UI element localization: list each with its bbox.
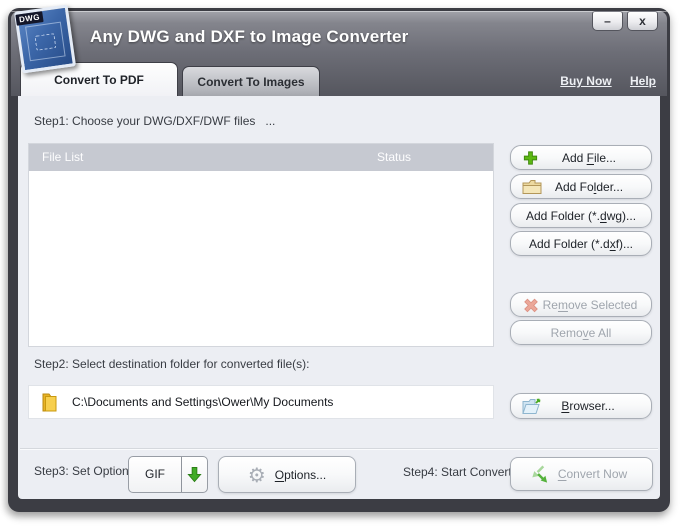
convert-now-button[interactable]: Convert Now — [510, 457, 653, 491]
add-folder-dwg-button[interactable]: Add Folder (*.dwg)... — [510, 203, 652, 228]
buy-now-link[interactable]: Buy Now — [560, 74, 611, 88]
close-button[interactable]: x — [627, 11, 658, 31]
tab-convert-to-images[interactable]: Convert To Images — [182, 66, 320, 96]
column-file-list[interactable]: File List — [29, 144, 377, 171]
step4-label: Step4: Start Convert — [403, 465, 512, 479]
remove-all-button[interactable]: Remove All — [510, 320, 652, 345]
folder-icon — [522, 179, 542, 194]
window-title: Any DWG and DXF to Image Converter — [90, 27, 409, 46]
header-links: Buy Now Help — [545, 74, 656, 88]
dropdown-arrow-icon — [182, 457, 207, 492]
add-plus-icon — [522, 149, 539, 166]
convert-arrows-icon — [529, 464, 550, 485]
window-controls: – x — [592, 11, 658, 31]
step2-label: Step2: Select destination folder for con… — [34, 357, 310, 371]
open-folder-icon — [522, 398, 543, 415]
page: DWG Any DWG and DXF to Image Converter –… — [0, 0, 684, 527]
destination-path-bar: C:\Documents and Settings\Ower\My Docume… — [28, 385, 494, 419]
column-status[interactable]: Status — [377, 144, 493, 171]
gear-icon: ⚙ — [247, 462, 266, 487]
minimize-button[interactable]: – — [592, 11, 623, 31]
remove-selected-button[interactable]: Remove Selected — [510, 292, 652, 317]
step3-label: Step3: Set Options: — [34, 464, 139, 478]
destination-path: C:\Documents and Settings\Ower\My Docume… — [72, 395, 334, 409]
add-folder-dxf-button[interactable]: Add Folder (*.dxf)... — [510, 231, 652, 256]
add-folder-button[interactable]: Add Folder... — [510, 174, 652, 199]
app-logo-icon: DWG — [13, 4, 77, 74]
add-file-button[interactable]: Add File... — [510, 145, 652, 170]
file-list-header: File List Status — [29, 144, 493, 171]
format-select-value: GIF — [129, 457, 182, 492]
remove-x-icon — [522, 297, 540, 313]
step1-label: Step1: Choose your DWG/DXF/DWF files ... — [34, 114, 276, 128]
format-select[interactable]: GIF — [128, 456, 208, 493]
browser-button[interactable]: Browser... — [510, 393, 652, 419]
app-window: DWG Any DWG and DXF to Image Converter –… — [8, 4, 670, 512]
file-list[interactable]: File List Status — [28, 143, 494, 347]
destination-folder-icon — [41, 393, 58, 412]
help-link[interactable]: Help — [630, 74, 656, 88]
main-panel: Step1: Choose your DWG/DXF/DWF files ...… — [18, 96, 660, 499]
options-button[interactable]: ⚙ Options... — [218, 456, 356, 493]
bottom-divider — [20, 448, 658, 450]
